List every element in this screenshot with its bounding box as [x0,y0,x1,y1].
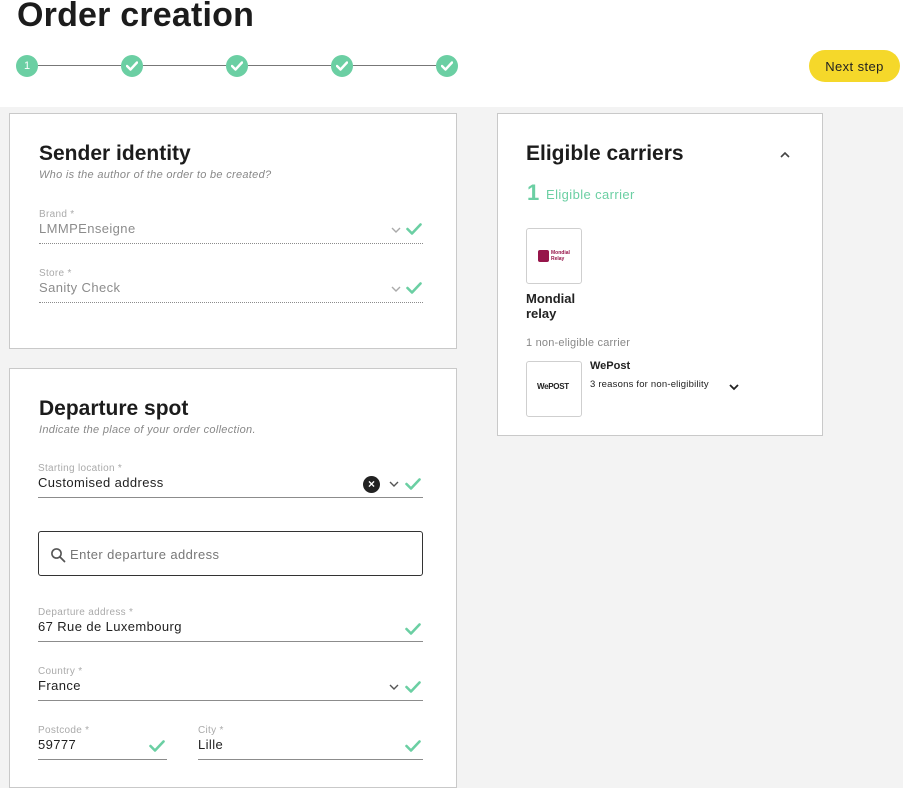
stepper: 1 [16,55,458,77]
departure-address-underline [38,641,423,642]
check-icon [441,61,453,71]
brand-label: Brand * [39,209,75,220]
brand-select[interactable]: Brand * LMMPEnseigne [39,209,423,244]
next-step-button[interactable]: Next step [809,50,900,82]
check-icon [406,223,422,235]
step-connector [38,65,121,66]
departure-spot-subtitle: Indicate the place of your order collect… [39,424,256,436]
postcode-underline [38,759,167,760]
step-3[interactable] [226,55,248,77]
store-underline [39,302,423,303]
country-label: Country * [38,666,83,677]
page-title: Order creation [17,0,255,34]
mondial-relay-logo-text: Mondial Relay [551,250,570,262]
step-2[interactable] [121,55,143,77]
chevron-down-icon [389,684,399,690]
step-1-label: 1 [23,60,31,72]
starting-location-select[interactable]: Starting location * Customised address × [38,463,423,498]
search-icon [51,548,66,563]
chevron-down-icon [729,384,739,391]
check-icon [126,61,138,71]
store-label: Store * [39,268,72,279]
check-icon [406,282,422,294]
step-connector [353,65,436,66]
departure-address-search[interactable] [38,531,423,576]
eligible-count: 1 [527,180,540,205]
sender-identity-title: Sender identity [39,142,191,165]
check-icon [405,740,421,752]
eligible-carriers-title: Eligible carriers [526,142,684,165]
carrier-name-mondial-relay: Mondial relay [526,291,576,321]
store-select[interactable]: Store * Sanity Check [39,268,423,303]
step-1[interactable]: 1 [16,55,38,77]
check-icon [405,478,421,490]
departure-address-value: 67 Rue de Luxembourg [38,619,182,634]
carrier-logo-mondial-relay[interactable]: Mondial Relay [526,228,582,284]
starting-location-value: Customised address [38,475,164,490]
chevron-down-icon [391,227,401,233]
step-connector [248,65,331,66]
carrier-logo-wepost[interactable]: WePOST [526,361,582,417]
non-eligibility-reasons-toggle[interactable]: 3 reasons for non-eligibility [590,378,750,394]
starting-location-label: Starting location * [38,463,123,474]
city-underline [198,759,423,760]
eligible-count-label: Eligible carrier [546,187,635,202]
brand-underline [39,243,423,244]
clear-icon[interactable]: × [363,476,380,493]
carrier-name-wepost: WePost [590,360,631,372]
departure-address-search-input[interactable] [70,543,410,565]
chevron-down-icon [391,286,401,292]
city-field[interactable]: City * Lille [198,725,423,760]
non-eligibility-reasons-text: 3 reasons for non-eligibility [590,379,709,390]
mondial-relay-logo-icon [538,250,549,262]
postcode-value: 59777 [38,737,77,752]
check-icon [405,623,421,635]
chevron-up-icon[interactable] [778,148,792,162]
city-label: City * [198,725,224,736]
check-icon [149,740,165,752]
eligible-carriers-card: Eligible carriers 1 Eligible carrier Mon… [497,113,823,436]
city-value: Lille [198,737,224,752]
country-value: France [38,678,81,693]
check-icon [231,61,243,71]
wepost-logo-text: WePOST [537,382,569,391]
chevron-down-icon [389,481,399,487]
top-bar: Order creation 1 Next step [0,0,903,107]
step-5[interactable] [436,55,458,77]
check-icon [405,681,421,693]
sender-identity-card: Sender identity Who is the author of the… [9,113,457,349]
check-icon [336,61,348,71]
starting-location-underline [38,497,423,498]
store-value: Sanity Check [39,280,121,295]
departure-spot-title: Departure spot [39,397,189,420]
non-eligible-label: 1 non-eligible carrier [526,337,631,349]
step-connector [143,65,226,66]
step-4[interactable] [331,55,353,77]
postcode-field[interactable]: Postcode * 59777 [38,725,167,760]
sender-identity-subtitle: Who is the author of the order to be cre… [39,169,272,181]
departure-address-field[interactable]: Departure address * 67 Rue de Luxembourg [38,607,423,642]
departure-address-label: Departure address * [38,607,134,618]
country-select[interactable]: Country * France [38,666,423,701]
postcode-label: Postcode * [38,725,90,736]
brand-value: LMMPEnseigne [39,221,136,236]
country-underline [38,700,423,701]
